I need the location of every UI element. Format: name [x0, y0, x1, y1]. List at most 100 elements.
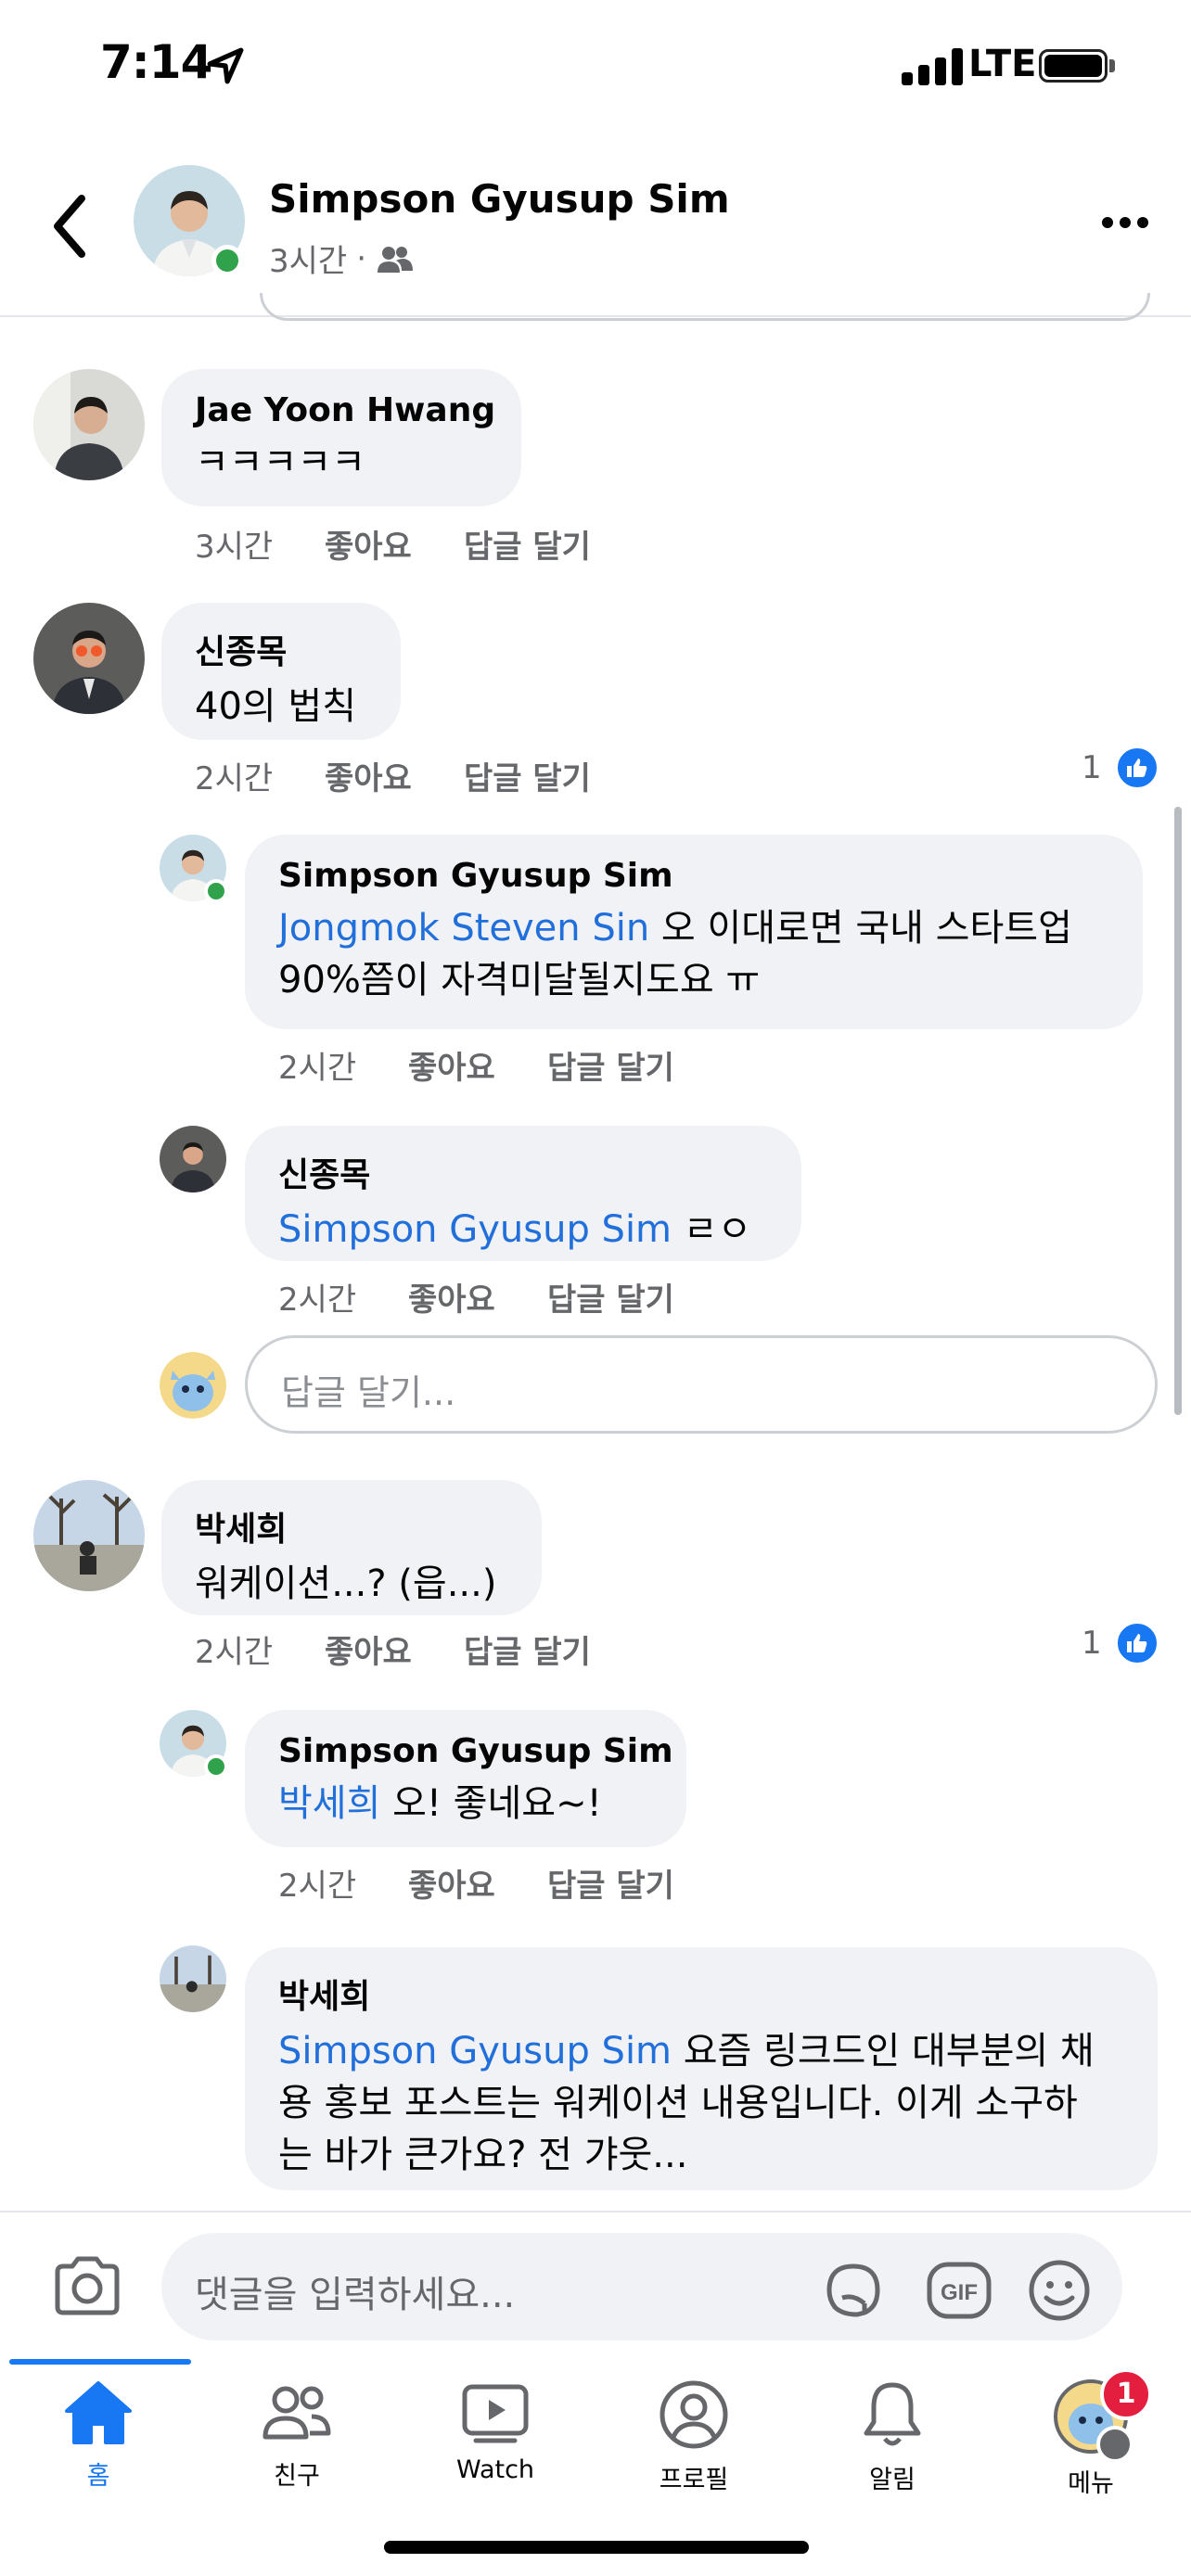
post-time: 3시간	[269, 243, 348, 280]
reply-input[interactable]: 답글 달기...	[245, 1335, 1158, 1434]
reply-bubble[interactable]: 신종목 Simpson Gyusup Sim ㄹㅇ	[245, 1126, 801, 1261]
tab-profile[interactable]: 프로필	[596, 2379, 792, 2519]
post-header: Simpson Gyusup Sim 3시간 ·	[0, 139, 1191, 317]
reply-actions: 2시간 좋아요 답글 달기	[278, 1860, 674, 1906]
commenter-avatar[interactable]	[33, 369, 145, 480]
tab-label: 홈	[86, 2462, 110, 2491]
watch-icon	[462, 2384, 529, 2443]
comment-actions: 2시간 좋아요 답글 달기	[195, 1626, 591, 1672]
online-status-dot	[204, 879, 228, 903]
reply-link[interactable]: 답글 달기	[464, 521, 591, 567]
mention-link[interactable]: 박세희	[278, 1782, 380, 1825]
reply-time: 2시간	[278, 1282, 357, 1319]
comment-text: ㅋㅋㅋㅋㅋ	[195, 441, 365, 484]
signal-icon	[902, 48, 963, 85]
tab-friends[interactable]: 친구	[198, 2379, 395, 2519]
status-time: 7:14	[100, 35, 212, 89]
reply-link[interactable]: 답글 달기	[464, 753, 591, 798]
reply-text: 박세희 오! 좋네요~!	[278, 1782, 602, 1825]
tab-label: Watch	[455, 2455, 535, 2484]
post-meta: 3시간 ·	[269, 236, 414, 281]
reply-text: Jongmok Steven Sin 오 이대로면 국내 스타트업	[278, 907, 1072, 950]
reply-author[interactable]: 박세희	[278, 1970, 1124, 2018]
commenter-avatar[interactable]	[33, 1480, 145, 1591]
author-name[interactable]: Simpson Gyusup Sim	[269, 176, 730, 222]
more-options-icon[interactable]	[1100, 213, 1150, 232]
replier-avatar[interactable]	[160, 1945, 226, 2012]
previous-comment-edge	[260, 293, 1150, 321]
thumbs-up-icon	[1114, 746, 1159, 790]
mention-link[interactable]: Simpson Gyusup Sim	[278, 1208, 672, 1251]
reply-link[interactable]: 답글 달기	[547, 1274, 674, 1320]
reply-time: 2시간	[278, 1868, 357, 1905]
gif-icon[interactable]: GIF	[926, 2257, 992, 2324]
comment-author[interactable]: 박세희	[195, 1502, 508, 1550]
friends-icon	[263, 2386, 331, 2440]
reaction-count[interactable]: 1	[1082, 746, 1159, 790]
comment-bubble[interactable]: 박세희 워케이션...? (읍...)	[161, 1480, 542, 1615]
comment-author[interactable]: Jae Yoon Hwang	[195, 391, 495, 429]
reaction-count[interactable]: 1	[1082, 1621, 1159, 1665]
online-status-dot	[211, 245, 243, 276]
mention-link[interactable]: Jongmok Steven Sin	[278, 907, 649, 950]
home-indicator	[384, 2541, 809, 2554]
reply-link[interactable]: 답글 달기	[547, 1042, 674, 1088]
comment-time: 3시간	[195, 529, 274, 566]
tab-watch[interactable]: Watch	[397, 2379, 594, 2519]
back-chevron-icon[interactable]	[46, 189, 93, 263]
comment-actions: 3시간 좋아요 답글 달기	[195, 521, 591, 567]
reply-bubble[interactable]: 박세희 Simpson Gyusup Sim 요즘 링크드인 대부분의 채 용 …	[245, 1947, 1158, 2190]
camera-icon[interactable]	[52, 2255, 122, 2316]
comment-bubble[interactable]: 신종목 40의 법칙	[161, 603, 401, 740]
comment-composer: 댓글을 입력하세요... GIF	[0, 2211, 1191, 2359]
reply-text-line: 90%쯤이 자격미달될지도요 ㅠ	[278, 959, 761, 1001]
commenter-avatar[interactable]	[33, 603, 145, 714]
replier-avatar[interactable]	[160, 1126, 226, 1192]
comment-author[interactable]: 신종목	[195, 625, 367, 673]
friends-audience-icon	[378, 246, 414, 273]
reply-bubble[interactable]: Simpson Gyusup Sim Jongmok Steven Sin 오 …	[245, 835, 1143, 1029]
location-arrow-icon	[207, 47, 244, 84]
comment-actions: 2시간 좋아요 답글 달기	[195, 753, 591, 798]
reply-bubble[interactable]: Simpson Gyusup Sim 박세희 오! 좋네요~!	[245, 1710, 686, 1847]
reply-text: Simpson Gyusup Sim ㄹㅇ	[278, 1208, 752, 1251]
like-link[interactable]: 좋아요	[408, 1274, 547, 1320]
status-bar: 7:14 LTE	[0, 0, 1191, 139]
mention-link[interactable]: Simpson Gyusup Sim	[278, 2030, 672, 2072]
reply-link[interactable]: 답글 달기	[464, 1626, 591, 1672]
network-label: LTE	[968, 43, 1037, 85]
like-link[interactable]: 좋아요	[325, 1626, 464, 1672]
comment-text: 워케이션...? (읍...)	[195, 1562, 497, 1605]
like-link[interactable]: 좋아요	[408, 1042, 547, 1088]
comment-time: 2시간	[195, 760, 274, 797]
comment-time: 2시간	[195, 1634, 274, 1671]
comment-text: 40의 법칙	[195, 685, 357, 728]
bell-icon	[864, 2382, 921, 2446]
reply-text-line: 용 홍보 포스트는 워케이션 내용입니다. 이게 소구하	[278, 2082, 1078, 2124]
comment-input-placeholder: 댓글을 입력하세요...	[195, 2274, 516, 2316]
comment-bubble[interactable]: Jae Yoon Hwang ㅋㅋㅋㅋㅋ	[161, 369, 521, 506]
like-link[interactable]: 좋아요	[325, 521, 464, 567]
tab-notifications[interactable]: 알림	[794, 2379, 991, 2519]
svg-text:GIF: GIF	[941, 2280, 978, 2305]
reply-time: 2시간	[278, 1050, 357, 1087]
comment-input[interactable]: 댓글을 입력하세요... GIF	[161, 2233, 1122, 2340]
tab-home[interactable]: 홈	[0, 2379, 197, 2519]
scrollbar[interactable]	[1174, 807, 1182, 1415]
my-avatar	[160, 1352, 226, 1419]
thumbs-up-icon	[1114, 1621, 1159, 1665]
like-count: 1	[1082, 1625, 1102, 1662]
reply-author[interactable]: 신종목	[278, 1148, 768, 1196]
like-count: 1	[1082, 749, 1102, 786]
sticker-icon[interactable]	[820, 2257, 887, 2324]
reply-actions: 2시간 좋아요 답글 달기	[278, 1274, 674, 1320]
emoji-icon[interactable]	[1026, 2257, 1093, 2324]
active-tab-indicator	[9, 2359, 191, 2365]
tab-menu[interactable]: 메뉴	[992, 2379, 1189, 2519]
profile-icon	[660, 2380, 728, 2449]
like-link[interactable]: 좋아요	[325, 753, 464, 798]
like-link[interactable]: 좋아요	[408, 1860, 547, 1906]
reply-author[interactable]: Simpson Gyusup Sim	[278, 857, 1109, 895]
reply-author[interactable]: Simpson Gyusup Sim	[278, 1732, 673, 1770]
reply-link[interactable]: 답글 달기	[547, 1860, 674, 1906]
